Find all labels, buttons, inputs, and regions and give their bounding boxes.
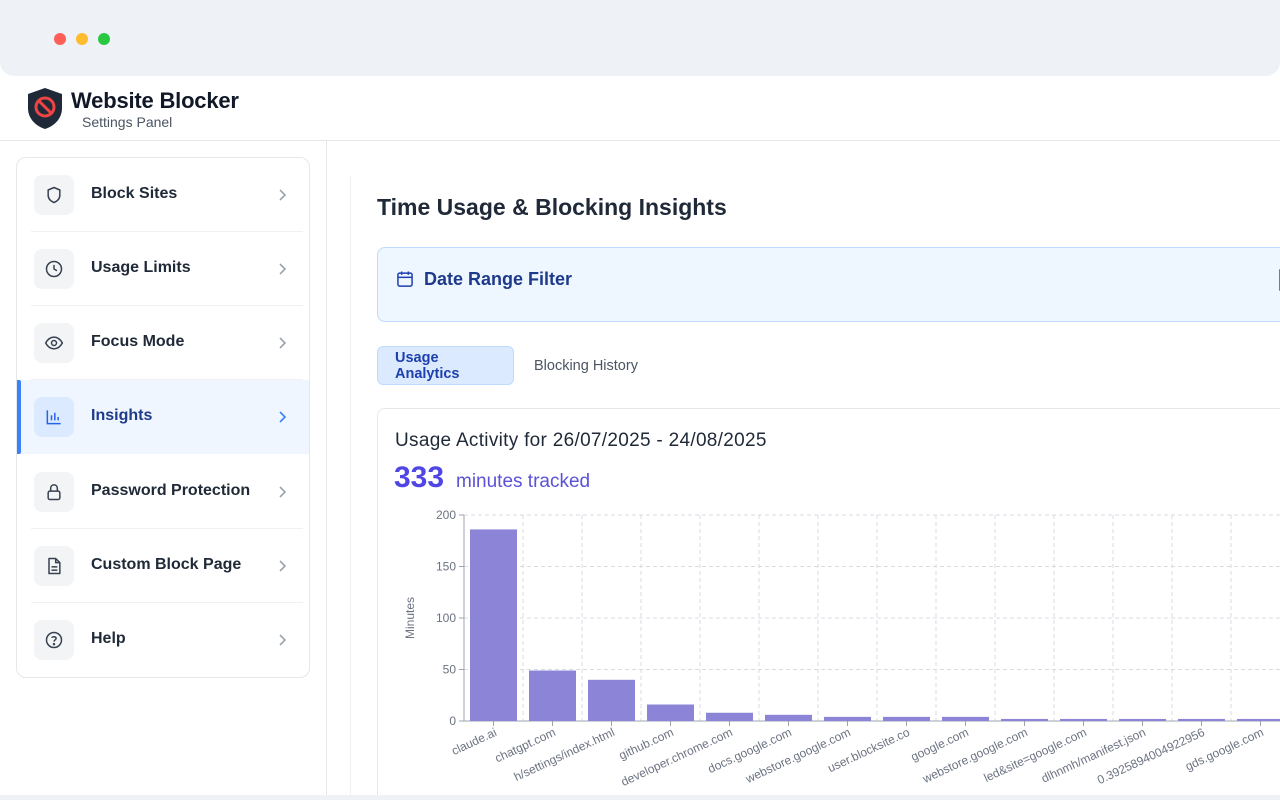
chart-bar [529, 670, 576, 721]
chevron-right-icon [279, 411, 287, 423]
chart-bar [824, 716, 871, 721]
chevron-right-icon [279, 560, 287, 572]
sidebar-item-label: Block Sites [91, 185, 178, 202]
bottom-strip [0, 795, 1280, 800]
y-tick-label: 0 [449, 714, 456, 728]
main-content: Time Usage & Blocking Insights Date Rang… [350, 176, 1280, 795]
sidebar-item-custom-block-page[interactable]: Custom Block Page [17, 529, 309, 603]
document-icon [34, 546, 74, 586]
bar-chart-icon [34, 397, 74, 437]
app-title: Website Blocker [71, 88, 239, 113]
date-range-filter-label: Date Range Filter [424, 269, 573, 289]
x-tick-label: webstore.google.com [920, 725, 1030, 786]
chevron-right-icon [279, 486, 287, 498]
sidebar-item-label: Insights [91, 407, 153, 424]
sidebar-item-label: Help [91, 630, 126, 647]
x-tick-label: h/settings/index.html [512, 725, 617, 784]
y-axis-label: Minutes [403, 597, 417, 639]
chevron-right-icon [279, 634, 287, 646]
chart-bar [765, 714, 812, 721]
usage-bar-chart: 050100150200Minutesclaude.aichatgpt.comh… [403, 508, 1280, 789]
sidebar-item-label: Custom Block Page [91, 556, 242, 573]
x-tick-label: led&site=google.com [982, 725, 1089, 785]
sidebar-item-password-protection[interactable]: Password Protection [17, 455, 309, 529]
chart-bar [1001, 718, 1048, 721]
sidebar-item-insights[interactable]: Insights [17, 380, 309, 454]
chart-bar [1178, 718, 1225, 721]
sidebar-area: Block Sites Usage Limits Focus Mode Insi… [0, 141, 327, 795]
lock-icon [34, 472, 74, 512]
tab-usage-analytics[interactable]: Usage Analytics [377, 346, 514, 385]
y-tick-label: 150 [436, 560, 456, 574]
chart-bar [1237, 718, 1280, 721]
chart-bar [1119, 718, 1166, 721]
eye-icon [34, 323, 74, 363]
window-titlebar [0, 0, 1280, 76]
help-circle-icon [34, 620, 74, 660]
app-subtitle: Settings Panel [82, 114, 173, 130]
shield-icon [34, 175, 74, 215]
sidebar-item-label: Usage Limits [91, 259, 191, 276]
usage-activity-title: Usage Activity for 26/07/2025 - 24/08/20… [395, 430, 767, 451]
maximize-window-button[interactable] [98, 33, 110, 45]
sidebar-item-help[interactable]: Help [17, 603, 309, 677]
y-tick-label: 100 [436, 611, 456, 625]
y-tick-label: 200 [436, 508, 456, 522]
no-entry-shield-icon [28, 88, 62, 129]
calendar-icon [397, 271, 413, 287]
chart-bar [470, 529, 517, 721]
sidebar-item-label: Password Protection [91, 482, 251, 499]
minutes-tracked-unit: minutes tracked [456, 471, 591, 492]
x-tick-label: 0.3925894004922956 [1095, 725, 1207, 787]
sidebar-item-block-sites[interactable]: Block Sites [17, 158, 309, 232]
active-indicator [17, 380, 21, 454]
chart-bar [942, 716, 989, 721]
minutes-tracked-total: 333 [394, 461, 445, 494]
sidebar-item-focus-mode[interactable]: Focus Mode [17, 306, 309, 380]
usage-activity-card: Usage Activity for 26/07/2025 - 24/08/20… [377, 408, 1280, 795]
chart-bar [647, 704, 694, 721]
chevron-right-icon [279, 189, 287, 201]
chart-bar [883, 716, 930, 721]
chart-bar [588, 679, 635, 721]
x-tick-label: claude.ai [449, 725, 498, 758]
close-window-button[interactable] [54, 33, 66, 45]
chart-bar [1060, 718, 1107, 721]
tab-blocking-history[interactable]: Blocking History [517, 346, 655, 385]
y-tick-label: 50 [443, 663, 457, 677]
chevron-right-icon [279, 337, 287, 349]
chart-bar [706, 712, 753, 721]
x-tick-label: webstore.google.com [743, 725, 853, 786]
app-window: Website Blocker Settings Panel Block Sit… [0, 0, 1280, 795]
chevron-right-icon [279, 263, 287, 275]
minimize-window-button[interactable] [76, 33, 88, 45]
page-title: Time Usage & Blocking Insights [377, 194, 727, 220]
sidebar-nav: Block Sites Usage Limits Focus Mode Insi… [16, 157, 310, 678]
sidebar-item-usage-limits[interactable]: Usage Limits [17, 232, 309, 306]
x-tick-label: dlhnmh/manifest.json [1039, 725, 1148, 786]
date-range-filter-panel[interactable]: Date Range Filter [377, 247, 1280, 322]
sidebar-item-label: Focus Mode [91, 333, 185, 350]
app-header: Website Blocker Settings Panel [0, 76, 1280, 141]
clock-icon [34, 249, 74, 289]
